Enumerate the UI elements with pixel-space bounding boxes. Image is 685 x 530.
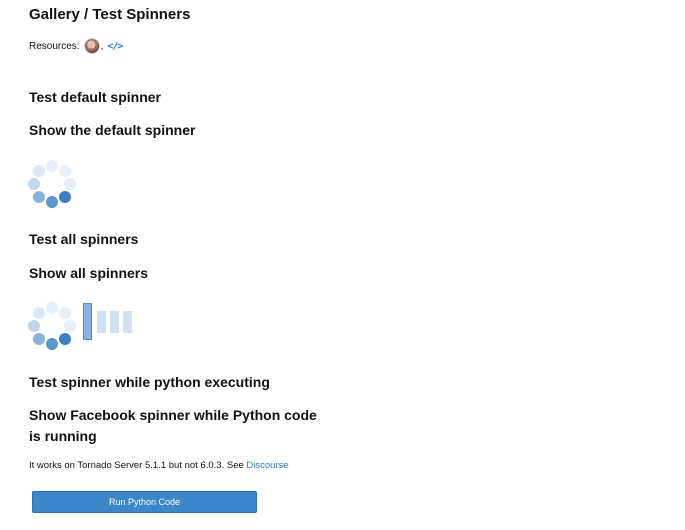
spinner-dot <box>33 333 45 345</box>
discourse-link[interactable]: Discourse <box>246 460 288 471</box>
spinner-dot <box>28 320 40 332</box>
facebook-spinner-bar <box>97 311 106 333</box>
all-spinners-dot-spinner-icon <box>27 302 77 352</box>
facebook-spinner-bar <box>110 311 119 333</box>
heading-test-all-spinners: Test all spinners <box>29 231 139 247</box>
facebook-spinner-bar <box>83 303 92 340</box>
spinner-dot <box>59 191 71 203</box>
spinner-dot <box>33 307 45 319</box>
spinner-dot <box>59 333 71 345</box>
spinner-dot <box>64 178 76 190</box>
spinner-dot <box>64 320 76 332</box>
gallery-page: Gallery / Test Spinners Resources: , </>… <box>0 0 685 530</box>
spinner-dot <box>46 302 58 314</box>
code-icon[interactable]: </> <box>107 41 123 52</box>
resources-label: Resources: <box>29 40 80 52</box>
subheading-show-all-spinners: Show all spinners <box>29 265 149 281</box>
page-title: Gallery / Test Spinners <box>29 6 191 23</box>
resources-row: Resources: , </> <box>29 38 123 54</box>
resources-separator: , <box>100 40 104 52</box>
heading-test-spinner-python: Test spinner while python executing <box>29 374 270 390</box>
subheading-show-default-spinner: Show the default spinner <box>29 122 196 138</box>
spinner-dot <box>33 191 45 203</box>
heading-test-default-spinner: Test default spinner <box>29 89 161 105</box>
tornado-note: It works on Tornado Server 5.1.1 but not… <box>29 460 289 471</box>
spinner-dot <box>59 165 71 177</box>
run-python-code-button[interactable]: Run Python Code <box>32 491 257 513</box>
spinner-dot <box>28 178 40 190</box>
subheading-show-facebook-spinner: Show Facebook spinner while Python code … <box>29 407 317 444</box>
spinner-dot <box>59 307 71 319</box>
spinner-dot <box>46 196 58 208</box>
spinner-dot <box>46 160 58 172</box>
author-avatar[interactable] <box>83 38 100 54</box>
spinner-dot <box>46 338 58 350</box>
facebook-spinner-bar <box>123 311 132 333</box>
note-text: It works on Tornado Server 5.1.1 but not… <box>29 460 247 471</box>
spinner-dot <box>33 165 45 177</box>
default-spinner-icon <box>27 160 77 210</box>
